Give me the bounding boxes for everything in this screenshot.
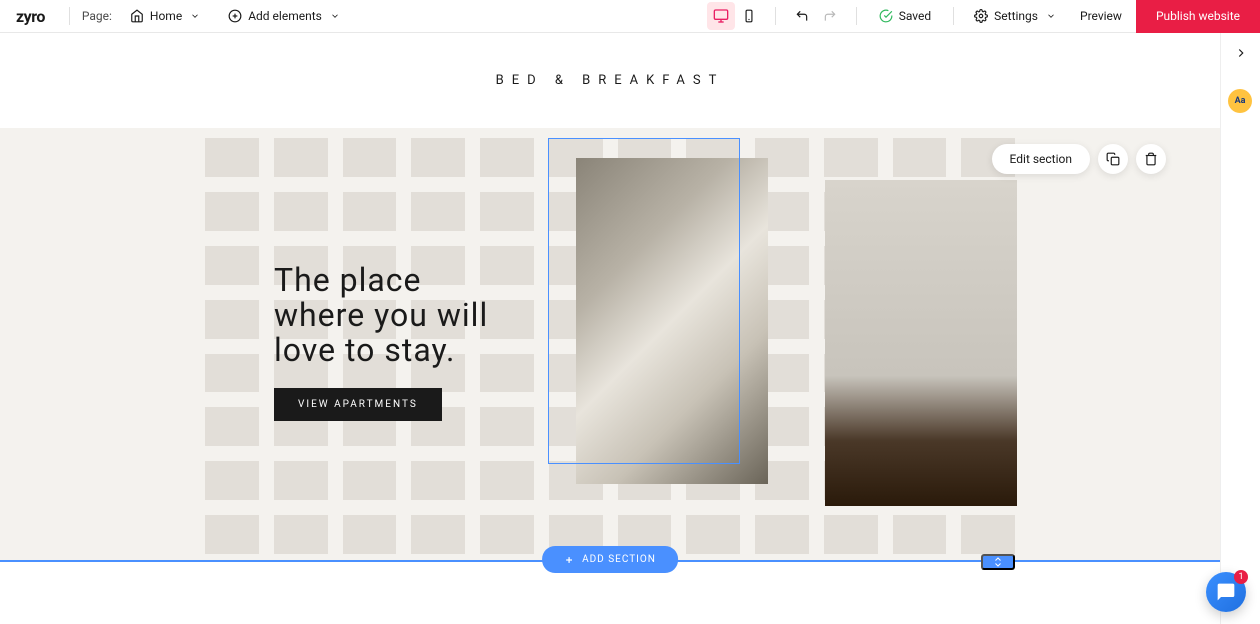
undo-button[interactable] bbox=[788, 2, 816, 30]
duplicate-section-button[interactable] bbox=[1098, 144, 1128, 174]
publish-button[interactable]: Publish website bbox=[1136, 0, 1260, 33]
chat-fab[interactable]: 1 bbox=[1206, 572, 1246, 612]
resize-icon bbox=[992, 556, 1004, 568]
settings-button[interactable]: Settings bbox=[966, 3, 1066, 29]
toolbar-right: Saved Settings Preview Publish website bbox=[707, 0, 1260, 32]
chat-badge: 1 bbox=[1234, 570, 1248, 584]
editor-canvas: BED & BREAKFAST The place where you will… bbox=[0, 33, 1220, 624]
home-icon bbox=[130, 9, 144, 23]
check-circle-icon bbox=[879, 9, 893, 23]
page-label: Page: bbox=[82, 9, 112, 23]
brand-logo: zyro bbox=[16, 7, 45, 26]
toolbar-left: zyro Page: Home Add elements bbox=[16, 0, 350, 32]
undo-icon bbox=[795, 9, 809, 23]
chevron-down-icon bbox=[328, 9, 342, 23]
desktop-view-button[interactable] bbox=[707, 2, 735, 30]
desktop-icon bbox=[713, 8, 729, 24]
hero-section[interactable]: The place where you will love to stay. V… bbox=[0, 128, 1220, 562]
trash-icon bbox=[1144, 152, 1158, 166]
add-elements-label: Add elements bbox=[248, 9, 322, 23]
section-toolbar: Edit section bbox=[992, 144, 1166, 174]
chevron-right-icon bbox=[1234, 46, 1248, 60]
divider bbox=[953, 7, 954, 25]
delete-section-button[interactable] bbox=[1136, 144, 1166, 174]
view-apartments-button[interactable]: VIEW APARTMENTS bbox=[274, 388, 442, 421]
add-section-button[interactable]: ADD SECTION bbox=[542, 546, 678, 573]
add-elements-button[interactable]: Add elements bbox=[220, 3, 350, 29]
edit-section-button[interactable]: Edit section bbox=[992, 144, 1090, 174]
top-toolbar: zyro Page: Home Add elements bbox=[0, 0, 1260, 33]
chevron-down-icon bbox=[188, 9, 202, 23]
saved-label: Saved bbox=[899, 9, 931, 23]
site-title: BED & BREAKFAST bbox=[496, 73, 725, 88]
gear-icon bbox=[974, 9, 988, 23]
redo-icon bbox=[823, 9, 837, 23]
plus-icon bbox=[564, 555, 574, 565]
right-rail: Aa bbox=[1220, 33, 1260, 624]
saved-indicator[interactable]: Saved bbox=[869, 3, 941, 29]
hero-heading-block[interactable]: The place where you will love to stay. bbox=[274, 263, 488, 369]
chat-icon bbox=[1216, 582, 1236, 602]
hero-heading: The place where you will love to stay. bbox=[274, 263, 488, 369]
chevron-down-icon bbox=[1044, 9, 1058, 23]
divider bbox=[69, 7, 70, 25]
settings-label: Settings bbox=[994, 9, 1038, 23]
typography-badge[interactable]: Aa bbox=[1228, 89, 1252, 113]
site-header[interactable]: BED & BREAKFAST bbox=[0, 33, 1220, 128]
copy-icon bbox=[1106, 152, 1120, 166]
mobile-view-button[interactable] bbox=[735, 2, 763, 30]
selected-image-frame[interactable] bbox=[548, 138, 740, 464]
mobile-icon bbox=[742, 9, 756, 23]
expand-panel-button[interactable] bbox=[1221, 33, 1260, 73]
hero-image-wall-art[interactable] bbox=[825, 180, 1017, 506]
plus-circle-icon bbox=[228, 9, 242, 23]
redo-button[interactable] bbox=[816, 2, 844, 30]
page-selector[interactable]: Home bbox=[122, 3, 210, 29]
divider bbox=[775, 7, 776, 25]
page-name: Home bbox=[150, 9, 182, 23]
divider bbox=[856, 7, 857, 25]
preview-button[interactable]: Preview bbox=[1066, 3, 1136, 29]
section-resize-handle[interactable] bbox=[981, 554, 1015, 570]
